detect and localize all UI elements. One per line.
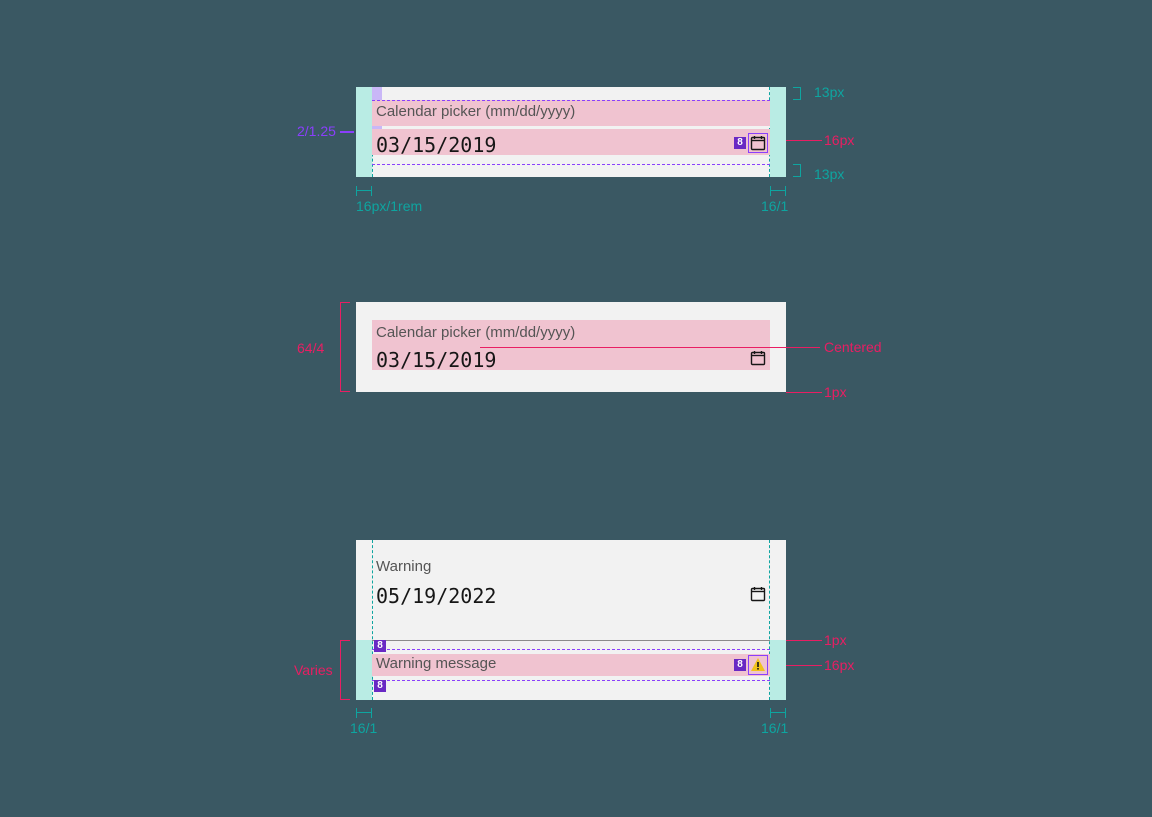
calendar-icon[interactable] bbox=[750, 586, 766, 602]
datepicker-label-warning: Warning bbox=[376, 558, 431, 575]
anno-centered: Centered bbox=[824, 339, 882, 355]
anno-16px-icon: 16px bbox=[824, 657, 854, 673]
calendar-icon[interactable] bbox=[750, 350, 766, 366]
spacing-badge-8: 8 bbox=[374, 640, 386, 652]
datepicker-spec-paddings: Calendar picker (mm/dd/yyyy) 03/15/2019 … bbox=[356, 87, 786, 177]
spacing-badge-8: 8 bbox=[734, 137, 746, 149]
anno-16-1-left: 16/1 bbox=[350, 720, 377, 736]
anno-right-16: 16px bbox=[824, 132, 854, 148]
anno-right-13-bot: 13px bbox=[814, 166, 844, 182]
datepicker-value[interactable]: 03/15/2019 bbox=[376, 348, 496, 372]
spacing-badge-8: 8 bbox=[374, 680, 386, 692]
dim-16-right bbox=[770, 712, 786, 713]
dim-16px-right bbox=[770, 190, 786, 191]
datepicker-spec-warning: Warning 05/19/2022 Warning message 8 8 8 bbox=[356, 540, 786, 700]
datepicker-value[interactable]: 05/19/2022 bbox=[376, 584, 496, 608]
warning-icon bbox=[750, 657, 766, 673]
anno-1px: 1px bbox=[824, 384, 847, 400]
anno-right-13-top: 13px bbox=[814, 84, 844, 100]
helper-text: Warning message bbox=[376, 655, 496, 672]
datepicker-label: Calendar picker (mm/dd/yyyy) bbox=[376, 324, 575, 341]
anno-varies: Varies bbox=[294, 662, 333, 678]
datepicker-label: Calendar picker (mm/dd/yyyy) bbox=[376, 103, 575, 120]
anno-bottom-left: 16px/1rem bbox=[356, 198, 422, 214]
anno-1px-divider: 1px bbox=[824, 632, 847, 648]
anno-16-1-right: 16/1 bbox=[761, 720, 788, 736]
anno-bottom-right: 16/1 bbox=[761, 198, 788, 214]
calendar-icon[interactable] bbox=[750, 135, 766, 151]
spacing-badge-8: 8 bbox=[734, 659, 746, 671]
anno-left-purple: 2/1.25 bbox=[297, 123, 336, 139]
dim-16-left bbox=[356, 712, 372, 713]
dim-16px-left bbox=[356, 190, 372, 191]
anno-64-4: 64/4 bbox=[297, 340, 324, 356]
datepicker-value[interactable]: 03/15/2019 bbox=[376, 133, 496, 157]
